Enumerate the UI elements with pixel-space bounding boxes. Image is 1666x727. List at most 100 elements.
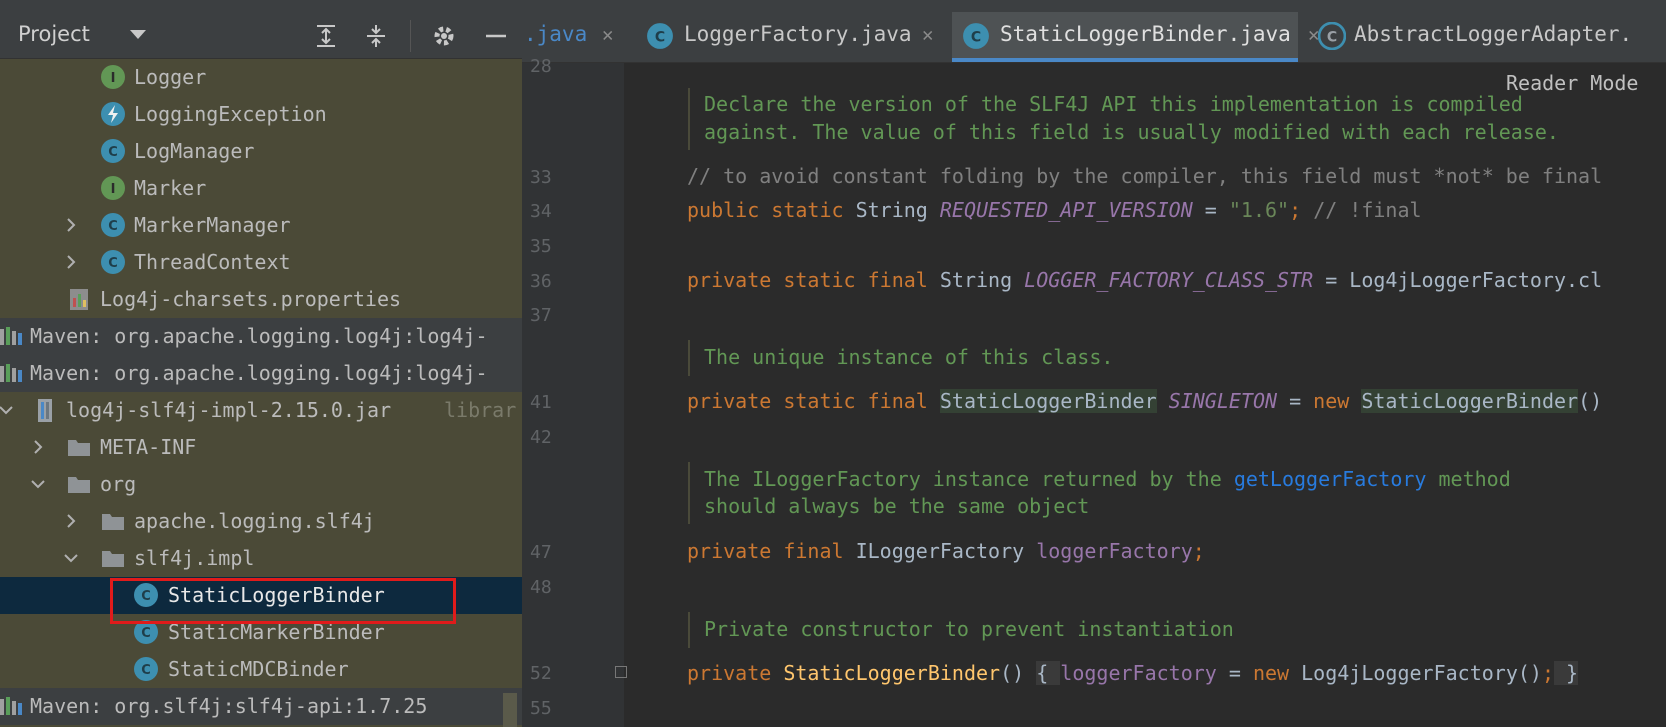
doc-comment-bar (688, 612, 690, 648)
tree-item-label: StaticMDCBinder (168, 657, 349, 681)
chevron-down-icon[interactable] (0, 402, 14, 418)
class-icon: C (647, 23, 673, 49)
keyword: private final (687, 539, 856, 563)
line-number: 42 (530, 427, 552, 448)
type: String (939, 268, 1025, 292)
code-line-52[interactable]: private StaticLoggerBinder() { loggerFac… (687, 660, 1579, 686)
tree-item[interactable]: slf4j.impl (0, 540, 522, 577)
constructor-name: StaticLoggerBinder (783, 661, 1001, 685)
library-icon (0, 364, 22, 382)
editor-tab[interactable]: C AbstractLoggerAdapter. (1302, 12, 1666, 62)
tree-item-label: log4j-slf4j-impl-2.15.0.jar (66, 398, 392, 422)
tree-item[interactable]: LoggingException (0, 96, 522, 133)
code-line-33[interactable]: // to avoid constant folding by the comp… (687, 163, 1602, 189)
field: loggerFactory (1036, 539, 1193, 563)
chevron-down-icon[interactable] (63, 550, 79, 566)
doc-comment-line: The unique instance of this class. (704, 345, 1114, 369)
reader-mode-button[interactable]: Reader Mode (1506, 71, 1638, 95)
toolbar-divider (410, 20, 411, 52)
editor-tab-active[interactable]: C StaticLoggerBinder.java ✕ (952, 12, 1319, 62)
tree-item[interactable]: META-INF (0, 429, 522, 466)
gear-icon[interactable] (430, 22, 458, 50)
comment: // !final (1313, 198, 1422, 222)
tree-item-label: ThreadContext (134, 250, 291, 274)
operator: = (1216, 661, 1253, 685)
tree-item[interactable]: C LogManager (0, 133, 522, 170)
tab-label: StaticLoggerBinder.java (1000, 22, 1291, 46)
tree-item-label: Maven: org.apache.logging.log4j:log4j- (30, 324, 488, 348)
chevron-down-icon[interactable] (30, 476, 46, 492)
tree-item-label: META-INF (100, 435, 197, 459)
fold-brace[interactable]: } (1554, 661, 1579, 685)
fold-marker-icon[interactable] (615, 666, 627, 678)
tree-item[interactable]: log4j-slf4j-impl-2.15.0.jar librar (0, 392, 522, 429)
tree-item[interactable]: Maven: org.apache.logging.log4j:log4j- (0, 355, 522, 392)
doc-link[interactable]: getLoggerFactory (1234, 467, 1427, 491)
expression: = Log4jLoggerFactory.cl (1313, 268, 1603, 292)
chevron-right-icon[interactable] (30, 439, 46, 455)
operator: = (1192, 198, 1229, 222)
line-number: 55 (530, 698, 552, 719)
chevron-down-icon[interactable] (130, 30, 146, 39)
doc-comment-bar (688, 340, 690, 376)
code-line-47[interactable]: private final ILoggerFactory loggerFacto… (687, 538, 1205, 564)
line-number: 33 (530, 167, 552, 188)
doc-comment-bar (688, 462, 690, 524)
type-highlighted: StaticLoggerBinder (1361, 389, 1579, 413)
tree-item-label: LoggingException (134, 102, 327, 126)
doc-text: The ILoggerFactory instance returned by … (704, 467, 1234, 491)
tree-item[interactable]: Maven: org.slf4j:slf4j-api:1.7.25 (0, 688, 522, 725)
static-field: LOGGER_FACTORY_CLASS_STR (1024, 268, 1314, 292)
tree-item[interactable]: org (0, 466, 522, 503)
line-number: 48 (530, 577, 552, 598)
close-icon[interactable]: ✕ (602, 24, 613, 46)
project-view-selector[interactable]: Project (18, 22, 90, 46)
svg-text:C: C (141, 663, 151, 678)
library-icon (0, 697, 22, 715)
chevron-right-icon[interactable] (63, 513, 79, 529)
keyword: public static (687, 198, 856, 222)
doc-comment-line: Private constructor to prevent instantia… (704, 617, 1234, 641)
editor-tab[interactable]: .java ✕ (522, 12, 634, 62)
code-line-36[interactable]: private static final String LOGGER_FACTO… (687, 267, 1602, 293)
tree-item[interactable]: C ThreadContext (0, 244, 522, 281)
comment: // to avoid constant folding by the comp… (687, 164, 1603, 188)
folder-icon (102, 514, 124, 530)
tree-item-label: Maven: org.apache.logging.log4j:log4j- (30, 361, 488, 385)
tree-item[interactable]: C StaticMDCBinder (0, 651, 522, 688)
tab-label: AbstractLoggerAdapter. (1354, 22, 1633, 46)
close-icon[interactable]: ✕ (922, 24, 933, 46)
minimize-icon[interactable] (482, 22, 510, 50)
tree-item[interactable]: Maven: org.apache.logging.log4j:log4j- (0, 318, 522, 355)
fold-brace[interactable]: { (1036, 661, 1061, 685)
collapse-all-icon[interactable] (362, 22, 390, 50)
tab-label: .java (524, 22, 588, 46)
svg-text:C: C (655, 29, 665, 45)
active-tab-indicator (952, 58, 1298, 62)
svg-text:C: C (108, 145, 118, 160)
line-number: 37 (530, 305, 552, 326)
code-line-41[interactable]: private static final StaticLoggerBinder … (687, 388, 1602, 414)
code-line-34[interactable]: public static String REQUESTED_API_VERSI… (687, 197, 1422, 223)
tree-item[interactable]: I Logger (0, 59, 522, 96)
semicolon: ; (1192, 539, 1205, 563)
tree-item[interactable]: Log4j-charsets.properties (0, 281, 522, 318)
tree-item[interactable]: apache.logging.slf4j (0, 503, 522, 540)
line-number: 34 (530, 201, 552, 222)
exception-class-icon (101, 102, 125, 126)
svg-text:C: C (108, 219, 118, 234)
tree-item[interactable]: I Marker (0, 170, 522, 207)
chevron-right-icon[interactable] (63, 254, 79, 270)
operator: = (1277, 389, 1314, 413)
keyword: private static final (687, 268, 940, 292)
doc-comment-line: The ILoggerFactory instance returned by … (704, 466, 1511, 493)
abstract-class-icon: C (1318, 22, 1346, 50)
tree-item-label: Log4j-charsets.properties (100, 287, 402, 311)
tree-item[interactable]: C MarkerManager (0, 207, 522, 244)
editor-tab[interactable]: C LoggerFactory.java ✕ (642, 12, 942, 62)
tree-scrollbar[interactable] (503, 693, 517, 727)
string-literal: "1.6" (1228, 198, 1290, 222)
expand-all-icon[interactable] (312, 22, 340, 50)
svg-text:C: C (141, 626, 151, 641)
chevron-right-icon[interactable] (63, 217, 79, 233)
